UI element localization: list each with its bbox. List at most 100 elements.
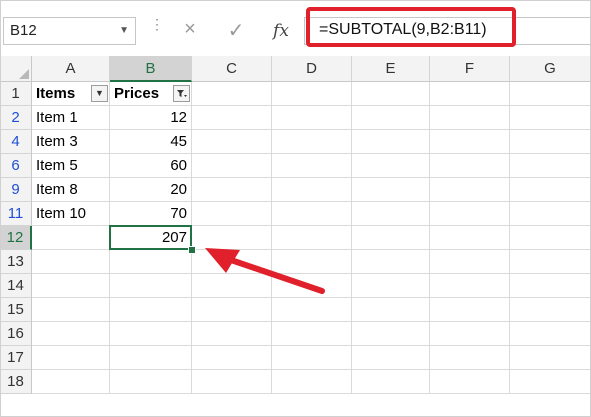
cell-g15[interactable]: [510, 298, 591, 322]
cell-f12[interactable]: [430, 226, 510, 250]
row-header-1[interactable]: 1: [0, 82, 32, 106]
cell-e18[interactable]: [352, 370, 430, 394]
cell-e17[interactable]: [352, 346, 430, 370]
row-header-9[interactable]: 9: [0, 178, 32, 202]
chevron-down-icon[interactable]: ▼: [119, 18, 129, 44]
cell-b17[interactable]: [110, 346, 192, 370]
cell-f2[interactable]: [430, 106, 510, 130]
cell-d18[interactable]: [272, 370, 352, 394]
cell-a15[interactable]: [32, 298, 110, 322]
row-header-12[interactable]: 12: [0, 226, 32, 250]
cell-e12[interactable]: [352, 226, 430, 250]
cell-b12[interactable]: 207: [110, 226, 192, 250]
cell-c1[interactable]: [192, 82, 272, 106]
row-header-15[interactable]: 15: [0, 298, 32, 322]
cell-g14[interactable]: [510, 274, 591, 298]
cell-f9[interactable]: [430, 178, 510, 202]
cell-a18[interactable]: [32, 370, 110, 394]
cell-f1[interactable]: [430, 82, 510, 106]
cell-c15[interactable]: [192, 298, 272, 322]
cell-a4[interactable]: Item 3: [32, 130, 110, 154]
cell-c2[interactable]: [192, 106, 272, 130]
cell-f16[interactable]: [430, 322, 510, 346]
cell-a13[interactable]: [32, 250, 110, 274]
column-header-c[interactable]: C: [192, 56, 272, 82]
cell-d16[interactable]: [272, 322, 352, 346]
cell-g4[interactable]: [510, 130, 591, 154]
cell-d13[interactable]: [272, 250, 352, 274]
cell-f18[interactable]: [430, 370, 510, 394]
cell-c18[interactable]: [192, 370, 272, 394]
cell-e9[interactable]: [352, 178, 430, 202]
cell-c11[interactable]: [192, 202, 272, 226]
cell-b9[interactable]: 20: [110, 178, 192, 202]
cell-g6[interactable]: [510, 154, 591, 178]
fill-handle[interactable]: [188, 246, 196, 254]
cell-f6[interactable]: [430, 154, 510, 178]
cell-c4[interactable]: [192, 130, 272, 154]
cell-e2[interactable]: [352, 106, 430, 130]
cell-e1[interactable]: [352, 82, 430, 106]
cell-d4[interactable]: [272, 130, 352, 154]
insert-function-icon[interactable]: fx: [269, 21, 293, 41]
enter-icon[interactable]: ✓: [224, 18, 248, 43]
column-header-g[interactable]: G: [510, 56, 591, 82]
cancel-icon[interactable]: ×: [178, 18, 202, 41]
cell-c14[interactable]: [192, 274, 272, 298]
row-header-4[interactable]: 4: [0, 130, 32, 154]
cell-d11[interactable]: [272, 202, 352, 226]
cell-d2[interactable]: [272, 106, 352, 130]
row-header-18[interactable]: 18: [0, 370, 32, 394]
cell-c12[interactable]: [192, 226, 272, 250]
cell-e15[interactable]: [352, 298, 430, 322]
column-header-d[interactable]: D: [272, 56, 352, 82]
row-header-6[interactable]: 6: [0, 154, 32, 178]
cell-g12[interactable]: [510, 226, 591, 250]
cell-c6[interactable]: [192, 154, 272, 178]
cell-g2[interactable]: [510, 106, 591, 130]
filter-applied-icon[interactable]: [173, 85, 190, 102]
row-header-14[interactable]: 14: [0, 274, 32, 298]
cell-g13[interactable]: [510, 250, 591, 274]
cell-f4[interactable]: [430, 130, 510, 154]
row-header-2[interactable]: 2: [0, 106, 32, 130]
row-header-16[interactable]: 16: [0, 322, 32, 346]
row-header-17[interactable]: 17: [0, 346, 32, 370]
cell-f14[interactable]: [430, 274, 510, 298]
cell-e6[interactable]: [352, 154, 430, 178]
cell-d17[interactable]: [272, 346, 352, 370]
cell-d15[interactable]: [272, 298, 352, 322]
cell-b14[interactable]: [110, 274, 192, 298]
cell-g17[interactable]: [510, 346, 591, 370]
column-header-b[interactable]: B: [110, 56, 192, 82]
cell-b11[interactable]: 70: [110, 202, 192, 226]
cell-b4[interactable]: 45: [110, 130, 192, 154]
drag-handle-icon[interactable]: ⋮: [150, 17, 164, 31]
cell-c16[interactable]: [192, 322, 272, 346]
cell-e11[interactable]: [352, 202, 430, 226]
cell-g18[interactable]: [510, 370, 591, 394]
column-header-e[interactable]: E: [352, 56, 430, 82]
column-header-a[interactable]: A: [32, 56, 110, 82]
cell-b13[interactable]: [110, 250, 192, 274]
cell-a17[interactable]: [32, 346, 110, 370]
cell-g9[interactable]: [510, 178, 591, 202]
cell-c13[interactable]: [192, 250, 272, 274]
cell-g16[interactable]: [510, 322, 591, 346]
cell-d1[interactable]: [272, 82, 352, 106]
row-header-13[interactable]: 13: [0, 250, 32, 274]
cell-e14[interactable]: [352, 274, 430, 298]
column-header-f[interactable]: F: [430, 56, 510, 82]
cell-f11[interactable]: [430, 202, 510, 226]
cell-a11[interactable]: Item 10: [32, 202, 110, 226]
cell-a16[interactable]: [32, 322, 110, 346]
cell-b16[interactable]: [110, 322, 192, 346]
cell-a9[interactable]: Item 8: [32, 178, 110, 202]
cell-g11[interactable]: [510, 202, 591, 226]
filter-dropdown-icon[interactable]: ▼: [91, 85, 108, 102]
cell-c17[interactable]: [192, 346, 272, 370]
cell-g1[interactable]: [510, 82, 591, 106]
cell-f15[interactable]: [430, 298, 510, 322]
select-all-corner[interactable]: [0, 56, 32, 82]
cell-f17[interactable]: [430, 346, 510, 370]
